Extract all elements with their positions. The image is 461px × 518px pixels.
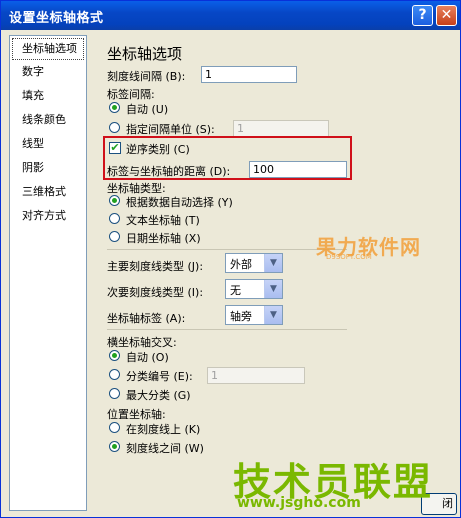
nav-item-3d-format[interactable]: 三维格式 xyxy=(10,180,86,204)
position-on-tick-radio[interactable] xyxy=(109,422,120,433)
cross-max-radio[interactable] xyxy=(109,388,120,399)
label-interval-specify-input[interactable]: 1 xyxy=(233,120,329,137)
axis-labels-label: 坐标轴标签 (A): xyxy=(107,312,186,325)
axis-type-text-radio[interactable] xyxy=(109,213,120,224)
cross-category-label: 分类编号 (E): xyxy=(126,370,193,383)
major-tick-label: 主要刻度线类型 (J): xyxy=(107,260,204,273)
label-interval-auto-radio[interactable] xyxy=(109,102,120,113)
axis-type-auto-radio[interactable] xyxy=(109,195,120,206)
cross-auto-label: 自动 (O) xyxy=(126,351,169,364)
cross-category-radio[interactable] xyxy=(109,369,120,380)
cross-label: 横坐标轴交叉: xyxy=(107,336,177,349)
minor-tick-label: 次要刻度线类型 (I): xyxy=(107,286,204,299)
position-on-tick-label: 在刻度线上 (K) xyxy=(126,423,201,436)
separator xyxy=(107,329,347,330)
axis-labels-value: 轴旁 xyxy=(230,310,252,323)
label-interval-specify-label: 指定间隔单位 (S): xyxy=(126,123,215,136)
label-interval-label: 标签间隔: xyxy=(107,88,155,101)
position-between-label: 刻度线之间 (W) xyxy=(126,442,204,455)
position-label: 位置坐标轴: xyxy=(107,408,166,421)
panel-heading: 坐标轴选项 xyxy=(107,45,183,63)
chevron-down-icon[interactable]: ▼ xyxy=(264,254,282,272)
nav-item-line-color[interactable]: 线条颜色 xyxy=(10,108,86,132)
label-distance-label: 标签与坐标轴的距离 (D): xyxy=(107,165,231,178)
axis-type-text-label: 文本坐标轴 (T) xyxy=(126,214,200,227)
nav-item-number[interactable]: 数字 xyxy=(10,60,86,84)
nav-item-fill[interactable]: 填充 xyxy=(10,84,86,108)
dialog-title: 设置坐标轴格式 xyxy=(9,11,104,26)
major-tick-select[interactable]: 外部 ▼ xyxy=(225,253,283,273)
axis-type-date-radio[interactable] xyxy=(109,231,120,242)
options-panel: 坐标轴选项 刻度线间隔 (B): 1 标签间隔: 自动 (U) 指定间隔单位 (… xyxy=(95,35,455,511)
minor-tick-value: 无 xyxy=(230,284,241,297)
reverse-categories-label: 逆序类别 (C) xyxy=(126,143,190,156)
label-interval-specify-radio[interactable] xyxy=(109,122,120,133)
help-button[interactable]: ? xyxy=(412,5,433,26)
category-nav: 坐标轴选项 数字 填充 线条颜色 线型 阴影 三维格式 对齐方式 xyxy=(9,35,87,511)
cross-category-input[interactable]: 1 xyxy=(207,367,305,384)
axis-type-auto-label: 根据数据自动选择 (Y) xyxy=(126,196,233,209)
position-between-radio[interactable] xyxy=(109,441,120,452)
tick-interval-input[interactable]: 1 xyxy=(201,66,297,83)
chevron-down-icon[interactable]: ▼ xyxy=(264,306,282,324)
tick-interval-label: 刻度线间隔 (B): xyxy=(107,70,186,83)
title-bar[interactable]: 设置坐标轴格式 ? ✕ xyxy=(1,1,460,30)
cross-max-label: 最大分类 (G) xyxy=(126,389,191,402)
watermark-bottom-sub: www.jsgho.com xyxy=(237,495,361,511)
axis-type-date-label: 日期坐标轴 (X) xyxy=(126,232,201,245)
nav-item-line-style[interactable]: 线型 xyxy=(10,132,86,156)
label-distance-input[interactable]: 100 xyxy=(249,161,347,178)
close-icon[interactable]: ✕ xyxy=(436,5,457,26)
nav-item-shadow[interactable]: 阴影 xyxy=(10,156,86,180)
nav-item-alignment[interactable]: 对齐方式 xyxy=(10,204,86,228)
axis-labels-select[interactable]: 轴旁 ▼ xyxy=(225,305,283,325)
minor-tick-select[interactable]: 无 ▼ xyxy=(225,279,283,299)
nav-item-axis-options[interactable]: 坐标轴选项 xyxy=(12,38,84,60)
separator xyxy=(107,249,347,250)
reverse-categories-checkbox[interactable]: ✔ xyxy=(109,142,121,154)
watermark-top-sub: D9SOFT.COM xyxy=(326,253,372,261)
major-tick-value: 外部 xyxy=(230,258,252,271)
format-axis-dialog: 设置坐标轴格式 ? ✕ 坐标轴选项 数字 填充 线条颜色 线型 阴影 三维格式 … xyxy=(0,0,461,518)
cross-auto-radio[interactable] xyxy=(109,350,120,361)
label-interval-auto-label: 自动 (U) xyxy=(126,103,169,116)
chevron-down-icon[interactable]: ▼ xyxy=(264,280,282,298)
